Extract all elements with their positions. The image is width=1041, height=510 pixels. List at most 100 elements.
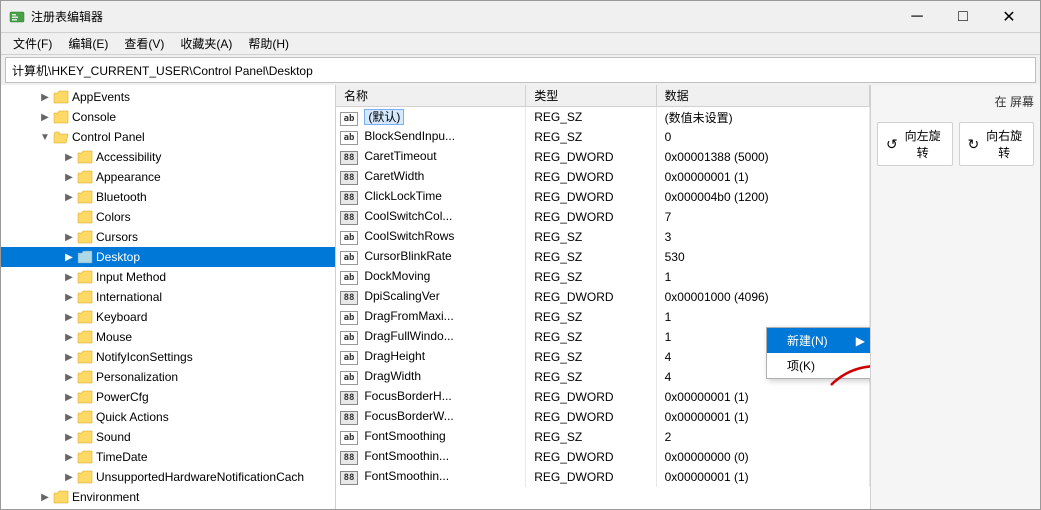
toggle-icon: ▼ <box>37 132 53 143</box>
reg-name: ab DockMoving <box>336 267 526 287</box>
reg-name: 88 CaretTimeout <box>336 147 526 167</box>
table-row[interactable]: ab FontSmoothing REG_SZ 2 <box>336 427 870 447</box>
reg-data: 3 <box>656 227 869 247</box>
folder-icon <box>77 350 93 364</box>
minimize-button[interactable]: ─ <box>894 1 940 33</box>
menu-favorites[interactable]: 收藏夹(A) <box>172 33 240 54</box>
table-row[interactable]: 88 FocusBorderW... REG_DWORD 0x00000001 … <box>336 407 870 427</box>
toggle-icon: ▶ <box>61 432 77 443</box>
maximize-button[interactable]: □ <box>940 1 986 33</box>
tree-label: TimeDate <box>96 450 148 464</box>
tree-item-controlpanel[interactable]: ▼ Control Panel <box>1 127 335 147</box>
reg-name: ab FontSmoothing <box>336 427 526 447</box>
reg-name: 88 FocusBorderW... <box>336 407 526 427</box>
menu-view[interactable]: 查看(V) <box>116 33 172 54</box>
folder-icon <box>77 370 93 384</box>
folder-icon <box>77 170 93 184</box>
table-row[interactable]: 88 ClickLockTime REG_DWORD 0x000004b0 (1… <box>336 187 870 207</box>
tree-label: AppEvents <box>72 90 130 104</box>
tree-item-appevents[interactable]: ▶ AppEvents <box>1 87 335 107</box>
toggle-icon: ▶ <box>61 352 77 363</box>
tree-label: Quick Actions <box>96 410 169 424</box>
tree-item-cursors[interactable]: ▶ Cursors <box>1 227 335 247</box>
registry-scroll[interactable]: 名称 类型 数据 ab (默认) REG_SZ <box>336 85 870 509</box>
tree-item-accessibility[interactable]: ▶ Accessibility <box>1 147 335 167</box>
col-data: 数据 <box>656 85 869 107</box>
rotate-right-button[interactable]: ↻ 向右旋转 <box>959 122 1035 166</box>
reg-type: REG_SZ <box>526 347 656 367</box>
table-row[interactable]: ab DragFromMaxi... REG_SZ 1 <box>336 307 870 327</box>
tree-item-personalization[interactable]: ▶ Personalization <box>1 367 335 387</box>
folder-icon <box>53 490 69 504</box>
photo-panel-text: 在 屏幕 <box>877 93 1034 110</box>
toggle-icon: ▶ <box>37 492 53 503</box>
reg-data: 0x00000000 (0) <box>656 447 869 467</box>
ctx-new[interactable]: 新建(N) ▶ <box>767 328 870 353</box>
reg-data: 0x000004b0 (1200) <box>656 187 869 207</box>
rotate-left-button[interactable]: ↺ 向左旋转 <box>877 122 953 166</box>
tree-item-powercfg[interactable]: ▶ PowerCfg <box>1 387 335 407</box>
menu-file[interactable]: 文件(F) <box>5 33 60 54</box>
table-row[interactable]: 88 DpiScalingVer REG_DWORD 0x00001000 (4… <box>336 287 870 307</box>
table-row[interactable]: 88 CaretWidth REG_DWORD 0x00000001 (1) <box>336 167 870 187</box>
tree-item-colors[interactable]: ▶ Colors <box>1 207 335 227</box>
toggle-icon: ▶ <box>61 232 77 243</box>
menu-help[interactable]: 帮助(H) <box>240 33 297 54</box>
toggle-icon: ▶ <box>61 472 77 483</box>
reg-type: REG_SZ <box>526 307 656 327</box>
table-row[interactable]: 88 CoolSwitchCol... REG_DWORD 7 <box>336 207 870 227</box>
reg-data: 0 <box>656 127 869 147</box>
reg-name: ab BlockSendInpu... <box>336 127 526 147</box>
tree-item-unsupported[interactable]: ▶ UnsupportedHardwareNotificationCach <box>1 467 335 487</box>
reg-data: 0x00000001 (1) <box>656 167 869 187</box>
tree-item-bluetooth[interactable]: ▶ Bluetooth <box>1 187 335 207</box>
table-row[interactable]: 88 FontSmoothin... REG_DWORD 0x00000000 … <box>336 447 870 467</box>
window-controls: ─ □ ✕ <box>894 1 1032 33</box>
tree-item-international[interactable]: ▶ International <box>1 287 335 307</box>
tree-label: International <box>96 290 162 304</box>
tree-label: Cursors <box>96 230 138 244</box>
reg-data: 0x00000001 (1) <box>656 407 869 427</box>
reg-type: REG_SZ <box>526 247 656 267</box>
menu-edit[interactable]: 编辑(E) <box>60 33 116 54</box>
tree-label: Keyboard <box>96 310 147 324</box>
tree-label: Mouse <box>96 330 132 344</box>
reg-data: 530 <box>656 247 869 267</box>
toggle-icon: ▶ <box>37 92 53 103</box>
tree-item-environment[interactable]: ▶ Environment <box>1 487 335 507</box>
tree-label: UnsupportedHardwareNotificationCach <box>96 470 304 484</box>
reg-name: 88 DpiScalingVer <box>336 287 526 307</box>
folder-icon <box>77 290 93 304</box>
folder-icon <box>77 190 93 204</box>
tree-label: Control Panel <box>72 130 145 144</box>
reg-name: ab DragFullWindo... <box>336 327 526 347</box>
tree-item-notifyiconsettings[interactable]: ▶ NotifyIconSettings <box>1 347 335 367</box>
tree-item-timedate[interactable]: ▶ TimeDate <box>1 447 335 467</box>
reg-name: 88 CoolSwitchCol... <box>336 207 526 227</box>
toggle-icon: ▶ <box>61 312 77 323</box>
tree-item-console[interactable]: ▶ Console <box>1 107 335 127</box>
ctx-item-k[interactable]: 项(K) <box>767 353 870 378</box>
tree-item-mouse[interactable]: ▶ Mouse <box>1 327 335 347</box>
rotate-right-icon: ↻ <box>968 136 980 153</box>
table-row[interactable]: 88 CaretTimeout REG_DWORD 0x00001388 (50… <box>336 147 870 167</box>
tree-item-quickactions[interactable]: ▶ Quick Actions <box>1 407 335 427</box>
table-row[interactable]: ab CoolSwitchRows REG_SZ 3 <box>336 227 870 247</box>
table-row[interactable]: ab CursorBlinkRate REG_SZ 530 <box>336 247 870 267</box>
table-row[interactable]: ab (默认) REG_SZ (数值未设置) <box>336 107 870 128</box>
table-row[interactable]: ab BlockSendInpu... REG_SZ 0 <box>336 127 870 147</box>
photo-panel: 在 屏幕 ↺ 向左旋转 ↻ 向右旋转 <box>870 85 1040 509</box>
table-row[interactable]: 88 FontSmoothin... REG_DWORD 0x00000001 … <box>336 467 870 487</box>
reg-name: ab (默认) <box>336 107 526 128</box>
tree-item-desktop[interactable]: ▶ Desktop <box>1 247 335 267</box>
close-button[interactable]: ✕ <box>986 1 1032 33</box>
tree-item-appearance[interactable]: ▶ Appearance <box>1 167 335 187</box>
table-row[interactable]: 88 FocusBorderH... REG_DWORD 0x00000001 … <box>336 387 870 407</box>
folder-icon <box>77 450 93 464</box>
tree-item-inputmethod[interactable]: ▶ Input Method <box>1 267 335 287</box>
folder-icon <box>77 430 93 444</box>
table-row[interactable]: ab DockMoving REG_SZ 1 <box>336 267 870 287</box>
tree-item-sound[interactable]: ▶ Sound <box>1 427 335 447</box>
reg-name: ab DragFromMaxi... <box>336 307 526 327</box>
tree-item-keyboard[interactable]: ▶ Keyboard <box>1 307 335 327</box>
